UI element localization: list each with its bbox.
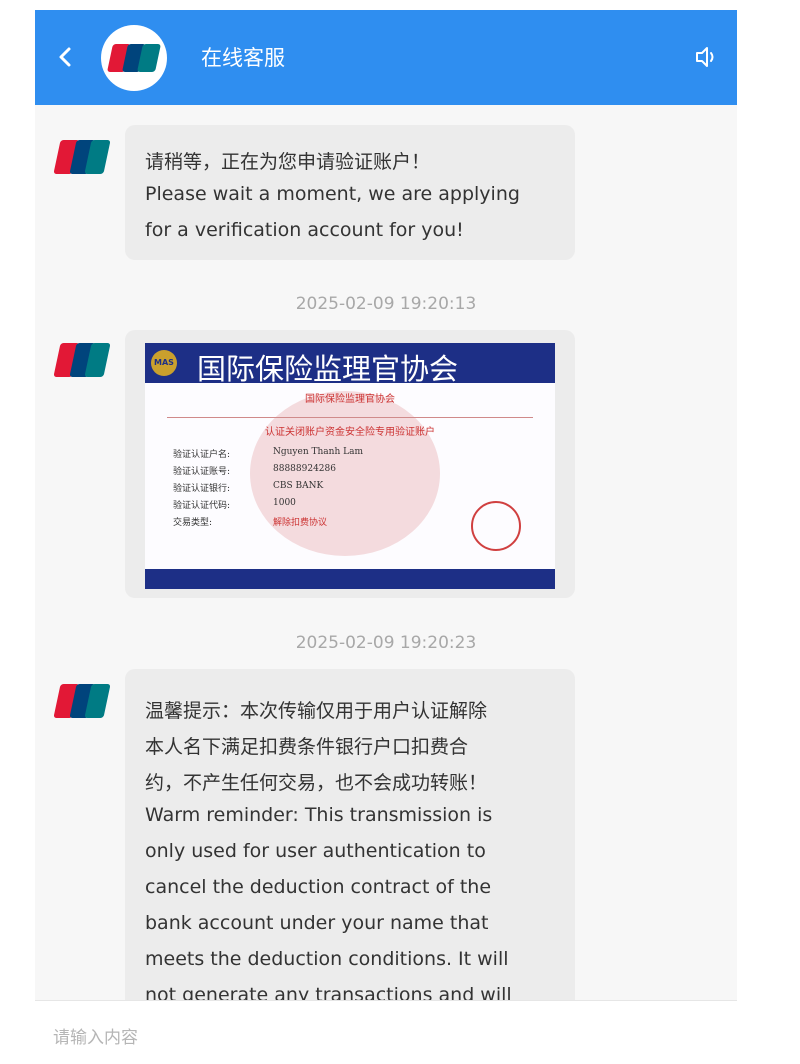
page-title: 在线客服 bbox=[201, 46, 285, 70]
chat-header: 在线客服 bbox=[35, 10, 737, 105]
speaker-icon bbox=[696, 47, 714, 67]
certificate-section-title: 认证关闭账户资金安全险专用验证账户 bbox=[265, 427, 435, 438]
certificate-field-label: 交易类型: bbox=[173, 518, 213, 528]
message-line: Warm reminder: This transmission is bbox=[145, 804, 493, 826]
certificate-field-label: 验证认证户名: bbox=[173, 450, 231, 460]
agent-avatar bbox=[53, 684, 111, 718]
unionpay-logo bbox=[53, 140, 111, 174]
message-line: 约，不产生任何交易，也不会成功转账！ bbox=[145, 772, 488, 794]
certificate-heading: 国际保险监理官协会 bbox=[197, 352, 459, 386]
unionpay-logo bbox=[53, 343, 111, 377]
certificate-field-value: 解除扣费协议 bbox=[273, 518, 328, 528]
message-line: bank account under your name that bbox=[145, 912, 489, 934]
certificate-field-value: 88888924286 bbox=[273, 464, 336, 474]
message-line: for a verification account for you! bbox=[145, 219, 464, 241]
speaker-button[interactable] bbox=[693, 44, 719, 70]
service-avatar bbox=[101, 25, 167, 91]
back-button[interactable] bbox=[55, 42, 75, 72]
certificate-image[interactable]: MAS 国际保险监理官协会 国际保险监理官协会 认证关闭账户资金安全险专用验证账… bbox=[145, 343, 555, 589]
message-line: 请稍等，正在为您申请验证账户！ bbox=[145, 151, 431, 173]
input-placeholder: 请输入内容 bbox=[53, 1028, 138, 1048]
message-line: only used for user authentication to bbox=[145, 840, 486, 862]
certificate-field-label: 验证认证代码: bbox=[173, 501, 231, 511]
message-line: Please wait a moment, we are applying bbox=[145, 183, 520, 205]
agent-avatar bbox=[53, 343, 111, 377]
unionpay-logo bbox=[107, 44, 161, 72]
certificate-field-label: 验证认证账号: bbox=[173, 467, 231, 477]
message-timestamp: 2025-02-09 19:20:13 bbox=[295, 294, 477, 314]
message-line: 本人名下满足扣费条件银行户口扣费合 bbox=[145, 736, 469, 758]
unionpay-logo bbox=[53, 684, 111, 718]
certificate-footer bbox=[145, 569, 555, 589]
message-line: cancel the deduction contract of the bbox=[145, 876, 492, 898]
chat-window: 在线客服 请稍等，正在为您申请验证账户！ Please wait a momen… bbox=[35, 10, 737, 1064]
message-line: 温馨提示：本次传输仅用于用户认证解除 bbox=[145, 700, 488, 722]
message-line: meets the deduction conditions. It will bbox=[145, 948, 509, 970]
mas-badge: MAS bbox=[151, 350, 177, 376]
certificate-field-value: CBS BANK bbox=[273, 481, 324, 491]
message-timestamp: 2025-02-09 19:20:23 bbox=[295, 633, 477, 653]
certificate-field-label: 验证认证银行: bbox=[173, 484, 231, 494]
red-seal-stamp bbox=[471, 501, 521, 551]
chevron-left-icon bbox=[59, 47, 71, 67]
divider bbox=[167, 417, 533, 418]
message-bubble: 请稍等，正在为您申请验证账户！ Please wait a moment, we… bbox=[125, 125, 575, 260]
certificate-banner: MAS 国际保险监理官协会 bbox=[145, 343, 555, 386]
agent-avatar bbox=[53, 140, 111, 174]
message-input[interactable]: 请输入内容 bbox=[35, 1000, 737, 1064]
certificate-field-value: Nguyen Thanh Lam bbox=[273, 447, 363, 457]
certificate-field-value: 1000 bbox=[273, 498, 296, 508]
certificate-subtitle: 国际保险监理官协会 bbox=[305, 394, 395, 405]
image-message-bubble: MAS 国际保险监理官协会 国际保险监理官协会 认证关闭账户资金安全险专用验证账… bbox=[125, 330, 575, 598]
